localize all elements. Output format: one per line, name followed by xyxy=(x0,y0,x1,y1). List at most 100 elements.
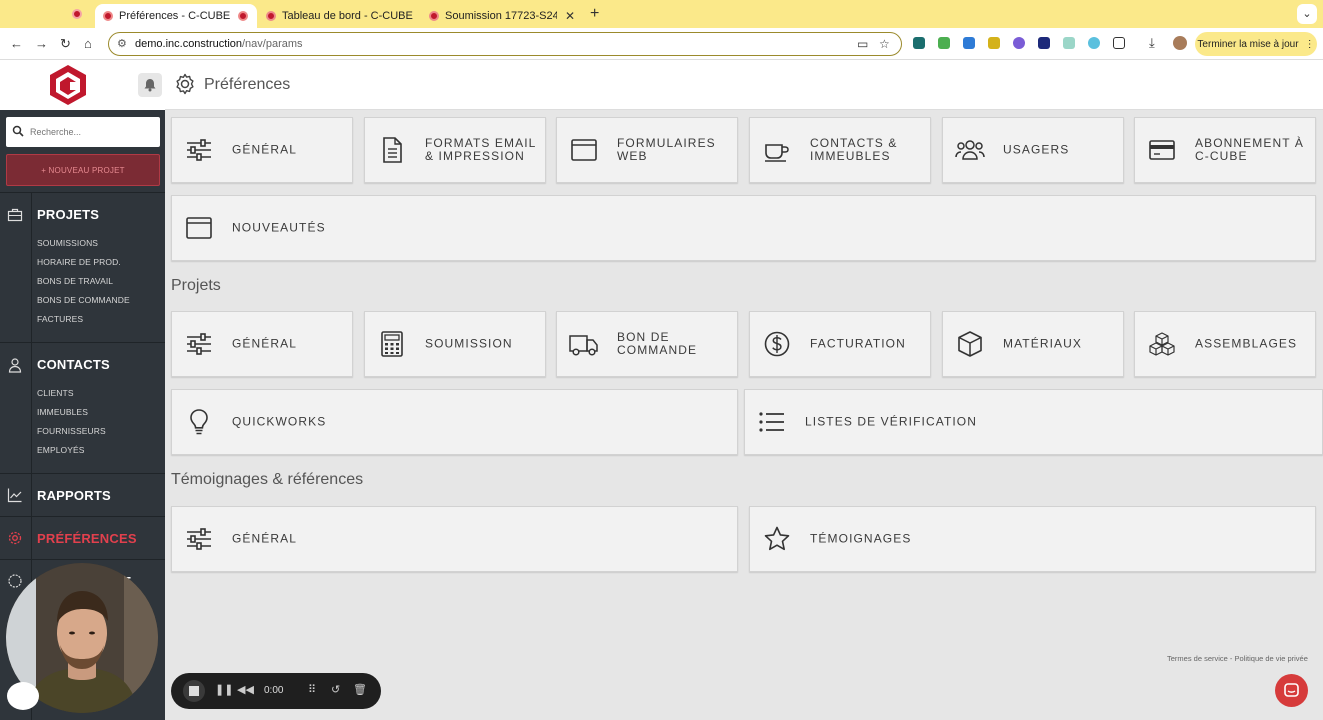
card-projets-general[interactable]: GÉNÉRAL xyxy=(171,311,353,377)
drive-extension-icon[interactable] xyxy=(938,37,950,49)
sidebar-item-immeubles[interactable]: IMMEUBLES xyxy=(37,407,88,417)
browser-window-icon xyxy=(571,139,597,161)
download-icon[interactable]: ⤓ xyxy=(1149,35,1155,51)
sidebar-item-projets[interactable]: PROJETS xyxy=(37,207,99,222)
card-bon-de-commande[interactable]: BON DE COMMANDE xyxy=(556,311,738,377)
sidebar-item-contacts[interactable]: CONTACTS xyxy=(37,357,110,372)
sidebar-item-factures[interactable]: FACTURES xyxy=(37,314,83,324)
extension-icon[interactable] xyxy=(1013,37,1025,49)
extension-icon[interactable] xyxy=(913,37,925,49)
card-formulaires-web[interactable]: FORMULAIRES WEB xyxy=(556,117,738,183)
chart-icon xyxy=(7,488,22,503)
update-label: Terminer la mise à jour xyxy=(1197,38,1299,50)
trash-icon[interactable]: 🗑 xyxy=(353,683,367,696)
card-temoignages[interactable]: TÉMOIGNAGES xyxy=(749,506,1316,572)
card-abonnement[interactable]: ABONNEMENT À C-CUBE xyxy=(1134,117,1316,183)
recorder-handle[interactable] xyxy=(7,682,39,710)
card-temoignages-general[interactable]: GÉNÉRAL xyxy=(171,506,738,572)
sidebar-search[interactable] xyxy=(6,117,160,147)
cubes-icon xyxy=(1149,332,1175,356)
card-soumission[interactable]: SOUMISSION xyxy=(364,311,546,377)
card-listes-verification[interactable]: LISTES DE VÉRIFICATION xyxy=(744,389,1323,455)
card-formats-email[interactable]: FORMATS EMAIL & IMPRESSION xyxy=(364,117,546,183)
list-icon xyxy=(759,412,784,432)
sidebar-section-preferences: PRÉFÉRENCES xyxy=(0,516,165,559)
sidebar-item-employes[interactable]: EMPLOYÉS xyxy=(37,445,85,455)
c-cube-favicon-icon xyxy=(429,11,439,21)
search-input[interactable] xyxy=(30,117,155,147)
card-label: GÉNÉRAL xyxy=(232,531,298,546)
card-facturation[interactable]: FACTURATION xyxy=(749,311,931,377)
close-tab-icon[interactable]: ✕ xyxy=(557,9,575,23)
puzzle-extensions-icon[interactable] xyxy=(1113,37,1125,49)
url-path: /nav/params xyxy=(242,38,303,50)
tab-preferences[interactable]: Préférences - C-CUBE ✕ xyxy=(95,4,257,28)
sidebar-item-bons-de-commande[interactable]: BONS DE COMMANDE xyxy=(37,295,130,305)
card-label: FACTURATION xyxy=(810,336,906,351)
new-project-button[interactable]: + NOUVEAU PROJET xyxy=(6,154,160,186)
sidebar-item-bons-de-travail[interactable]: BONS DE TRAVAIL xyxy=(37,276,113,286)
extension-icon[interactable] xyxy=(963,37,975,49)
gear-icon xyxy=(176,73,194,95)
site-settings-icon[interactable]: ⚙ xyxy=(117,37,127,50)
card-usagers[interactable]: USAGERS xyxy=(942,117,1124,183)
notifications-button[interactable] xyxy=(138,73,162,97)
c-cube-logo[interactable] xyxy=(48,64,88,106)
tab-soumission[interactable]: Soumission 17723-S24-1467 ✕ xyxy=(421,4,583,28)
card-quickworks[interactable]: QUICKWORKS xyxy=(171,389,738,455)
tab-search-chevron-icon[interactable]: ⌄ xyxy=(1297,4,1317,24)
sidebar-item-soumissions[interactable]: SOUMISSIONS xyxy=(37,238,98,248)
card-label: GÉNÉRAL xyxy=(232,336,298,351)
card-label: GÉNÉRAL xyxy=(232,142,298,157)
camera-icon[interactable]: ▭ xyxy=(857,37,868,51)
sidebar-item-preferences[interactable]: PRÉFÉRENCES xyxy=(37,531,137,546)
card-materiaux[interactable]: MATÉRIAUX xyxy=(942,311,1124,377)
back-arrow-icon[interactable]: ← xyxy=(10,36,23,51)
page-title: Préférences xyxy=(204,76,291,93)
profile-avatar-icon[interactable] xyxy=(1173,36,1187,50)
close-tab-icon[interactable]: ✕ xyxy=(413,9,420,23)
close-tab-icon[interactable]: ✕ xyxy=(248,9,257,23)
restart-icon[interactable]: ↺ xyxy=(331,683,340,696)
extension-icon[interactable] xyxy=(1088,37,1100,49)
card-assemblages[interactable]: ASSEMBLAGES xyxy=(1134,311,1316,377)
home-icon[interactable]: ⌂ xyxy=(84,36,92,51)
document-icon xyxy=(383,137,402,163)
footer-links[interactable]: Termes de service - Politique de vie pri… xyxy=(1167,654,1308,663)
card-nouveautes[interactable]: NOUVEAUTÉS xyxy=(171,195,1316,261)
card-label: BON DE COMMANDE xyxy=(617,330,698,357)
tab-title: Tableau de bord - C-CUBE xyxy=(282,10,413,22)
logo-area xyxy=(0,60,165,110)
recording-dot-icon xyxy=(238,11,249,21)
card-label: ABONNEMENT À C-CUBE xyxy=(1195,136,1304,163)
rewind-icon[interactable]: ◀◀ xyxy=(237,683,254,696)
extension-icon[interactable] xyxy=(988,37,1000,49)
card-contacts-immeubles[interactable]: CONTACTS & IMMEUBLES xyxy=(749,117,931,183)
pause-icon[interactable]: ❚❚ xyxy=(215,683,233,696)
sidebar-item-fournisseurs[interactable]: FOURNISSEURS xyxy=(37,426,106,436)
c-cube-favicon-icon xyxy=(266,11,276,21)
sliders-icon xyxy=(187,139,211,161)
extension-icon[interactable] xyxy=(1063,37,1075,49)
forward-arrow-icon[interactable]: → xyxy=(35,36,48,51)
sidebar-item-clients[interactable]: CLIENTS xyxy=(37,388,74,398)
cube-icon xyxy=(958,331,982,357)
drag-handle-icon[interactable]: ⠿ xyxy=(308,683,316,696)
card-label: MATÉRIAUX xyxy=(1003,336,1083,351)
address-bar[interactable]: ⚙ demo.inc.construction/nav/params ▭ ☆ xyxy=(108,32,902,56)
tab-dashboard[interactable]: Tableau de bord - C-CUBE ✕ xyxy=(258,4,420,28)
bell-icon xyxy=(144,79,156,92)
sidebar-item-rapports[interactable]: RAPPORTS xyxy=(37,488,111,503)
card-label: FORMATS EMAIL & IMPRESSION xyxy=(425,136,536,163)
bookmark-star-icon[interactable]: ☆ xyxy=(879,37,890,51)
sidebar-item-horaire[interactable]: HORAIRE DE PROD. xyxy=(37,257,121,267)
card-label: NOUVEAUTÉS xyxy=(232,220,326,235)
card-general[interactable]: GÉNÉRAL xyxy=(171,117,353,183)
stop-recording-button[interactable] xyxy=(183,680,205,702)
chat-widget-button[interactable] xyxy=(1275,674,1308,707)
reload-icon[interactable]: ↻ xyxy=(60,36,71,52)
update-button[interactable]: Terminer la mise à jour ⋮ xyxy=(1195,32,1317,56)
card-label: SOUMISSION xyxy=(425,336,513,351)
new-tab-button[interactable]: + xyxy=(590,5,599,23)
extension-icon[interactable] xyxy=(1038,37,1050,49)
